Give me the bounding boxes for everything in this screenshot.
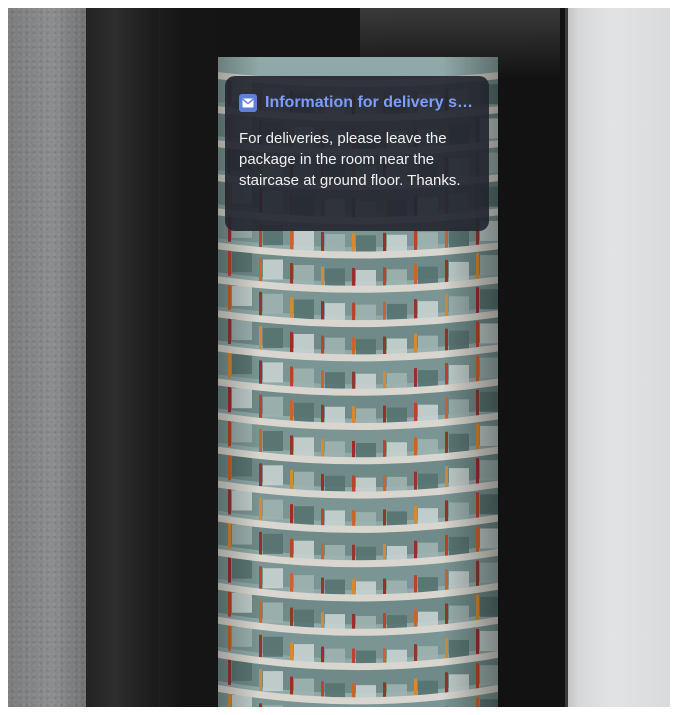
notification-title: Information for delivery servic... <box>265 94 477 111</box>
display-frame-bevel <box>86 8 158 707</box>
notification-header: Information for delivery servic... <box>239 90 477 116</box>
notification-body: For deliveries, please leave the package… <box>239 130 461 189</box>
mail-icon <box>239 94 257 112</box>
wall-left <box>8 8 90 707</box>
notification-card[interactable]: Information for delivery servic... For d… <box>225 76 489 231</box>
wall-right <box>566 8 670 707</box>
photo-scene: Information for delivery servic... For d… <box>0 0 677 715</box>
